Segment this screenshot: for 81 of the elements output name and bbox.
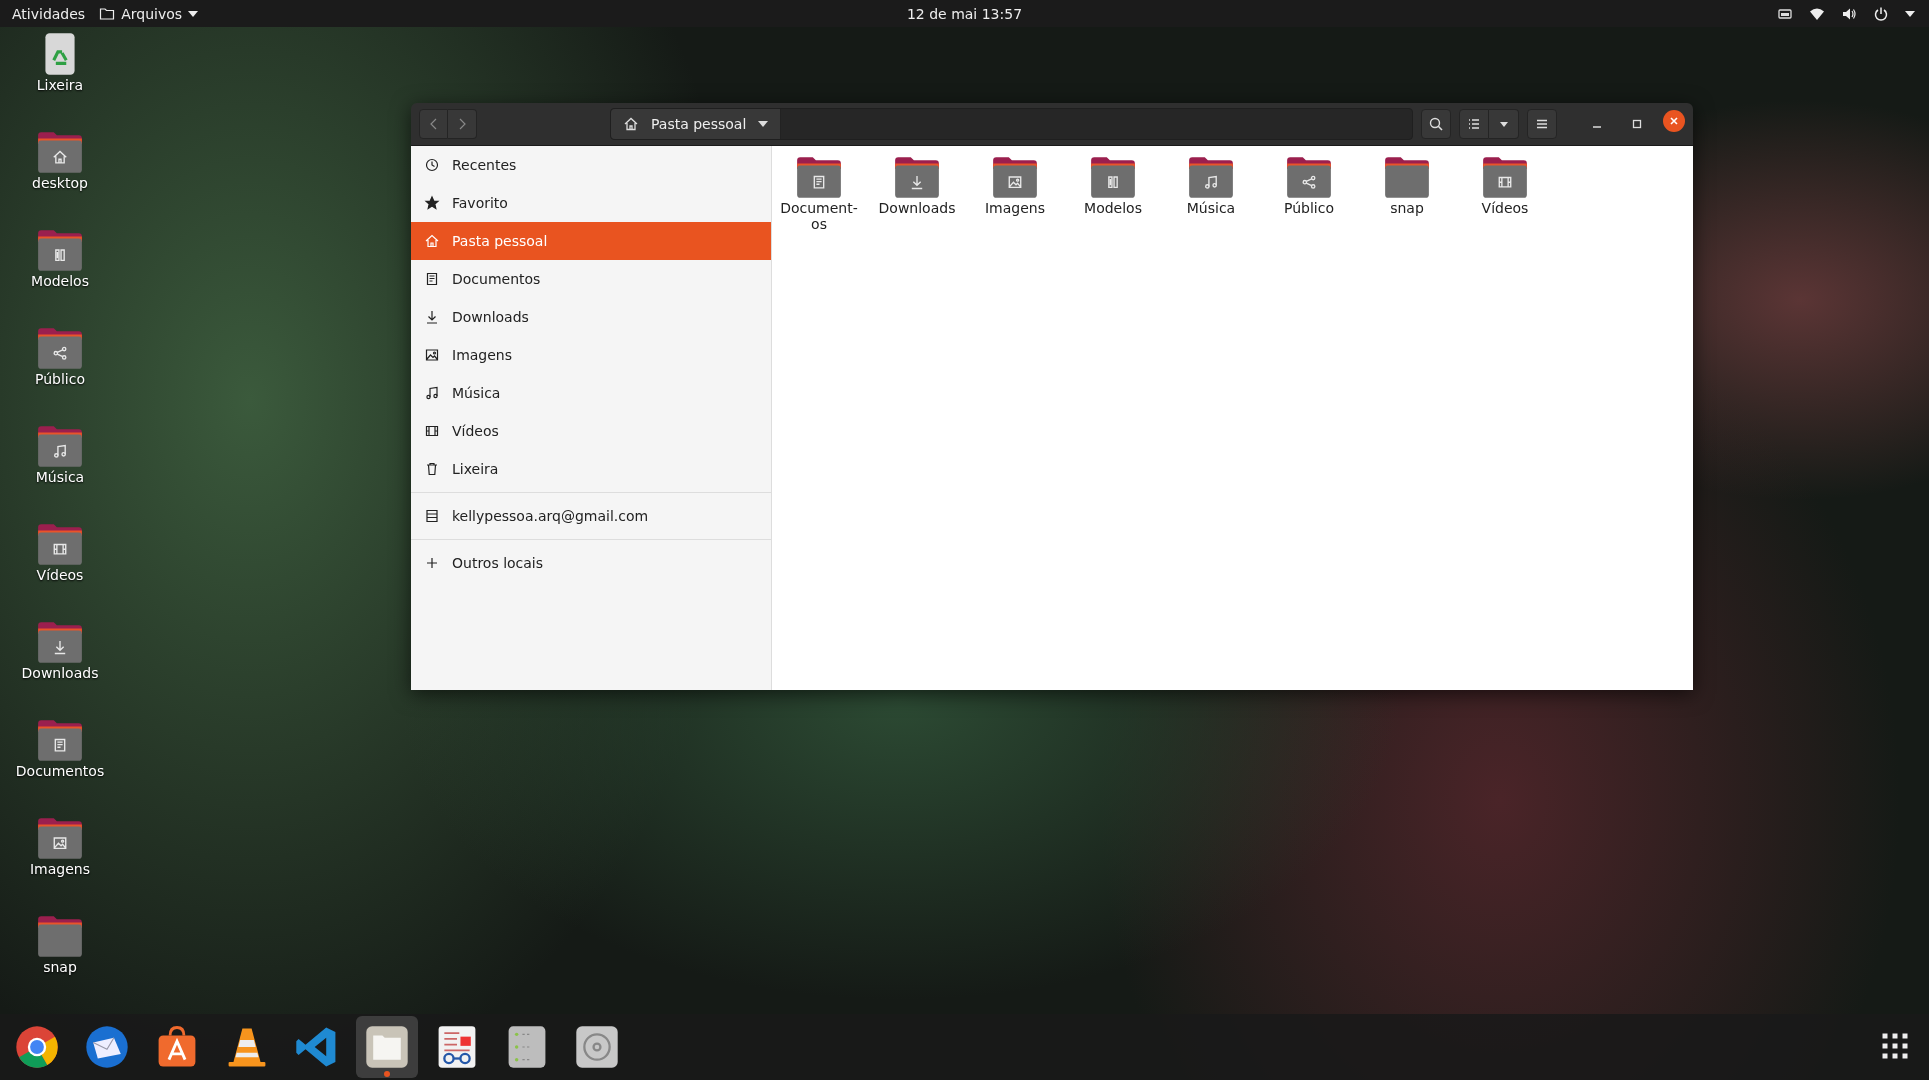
browser-logo-icon xyxy=(14,1024,60,1070)
sidebar-item[interactable]: Música xyxy=(411,374,771,412)
star-icon xyxy=(424,195,440,211)
power-icon[interactable] xyxy=(1873,5,1889,22)
folder-label[interactable]: Vídeos xyxy=(1481,200,1529,217)
folder-icon xyxy=(1382,154,1432,200)
desktop-icon-label[interactable]: desktop xyxy=(32,175,88,191)
caret-icon[interactable] xyxy=(1905,10,1915,17)
menu-button[interactable] xyxy=(1527,109,1557,139)
folder-icon xyxy=(35,815,85,861)
folder-icon xyxy=(99,5,116,22)
search-icon xyxy=(1428,116,1444,132)
file-manager-icon xyxy=(364,1024,410,1070)
folder-icon xyxy=(35,619,85,665)
caret-icon xyxy=(758,121,769,127)
folder-label[interactable]: snap xyxy=(1390,200,1424,217)
desktop-icon-label[interactable]: snap xyxy=(43,959,77,975)
sidebar-item[interactable]: Documentos xyxy=(411,260,771,298)
sidebar-item[interactable]: Pasta pessoal xyxy=(411,222,771,260)
folder-icon xyxy=(1186,154,1236,200)
film-icon xyxy=(424,423,440,439)
folder-icon xyxy=(892,154,942,200)
list-view-button[interactable] xyxy=(1459,109,1489,139)
sidebar-item[interactable]: kellypessoa.arq@gmail.com xyxy=(411,497,771,535)
folder-icon xyxy=(794,154,844,200)
folder-icon xyxy=(990,154,1040,200)
trash-icon xyxy=(424,461,440,477)
sidebar-item[interactable]: Lixeira xyxy=(411,450,771,488)
sidebar-item[interactable]: Vídeos xyxy=(411,412,771,450)
folder-icon xyxy=(35,129,85,175)
desktop-icon-label[interactable]: Modelos xyxy=(31,273,89,289)
folder-label[interactable]: Público xyxy=(1284,200,1334,217)
folder-icon xyxy=(1088,154,1138,200)
music-note-icon xyxy=(424,385,440,401)
desktop-icon-label[interactable]: Público xyxy=(35,371,85,387)
sidebar-item[interactable]: Favorito xyxy=(411,184,771,222)
folder-icon xyxy=(1480,154,1530,200)
home-icon xyxy=(424,233,440,249)
desktop-icon-label[interactable]: Música xyxy=(35,469,85,485)
list-icon xyxy=(424,508,440,524)
minimize-icon xyxy=(1593,126,1601,128)
image-icon xyxy=(424,347,440,363)
folder-label[interactable]: Document- os xyxy=(780,200,858,233)
caret-icon xyxy=(188,10,199,17)
folder-label[interactable]: Downloads xyxy=(878,200,956,217)
home-icon xyxy=(623,116,639,132)
desktop-icon-label[interactable]: Documentos xyxy=(15,763,105,779)
folder-icon xyxy=(35,913,85,959)
grid-icon xyxy=(1881,1032,1911,1062)
folder-icon xyxy=(35,227,85,273)
download-icon xyxy=(424,309,440,325)
plus-icon xyxy=(424,555,440,571)
sidebar-item[interactable]: Outros locais xyxy=(411,544,771,582)
desktop-icon-label[interactable]: Downloads xyxy=(21,665,99,681)
close-button[interactable] xyxy=(1663,110,1685,132)
folder-icon xyxy=(35,521,85,567)
desktop-icon-label[interactable]: Imagens xyxy=(30,861,90,877)
folder-label[interactable]: Modelos xyxy=(1084,200,1142,217)
mail-bird-icon xyxy=(84,1024,130,1070)
folder-icon xyxy=(1284,154,1334,200)
folder-icon xyxy=(35,325,85,371)
running-indicator xyxy=(384,1071,390,1077)
activities-button[interactable]: Atividades xyxy=(10,3,88,24)
search-button[interactable] xyxy=(1421,109,1451,139)
sidebar-item[interactable]: Recentes xyxy=(411,146,771,184)
desktop-icon-label[interactable]: Vídeos xyxy=(36,567,84,583)
folder-label[interactable]: Música xyxy=(1186,200,1236,217)
folder-icon xyxy=(35,717,85,763)
sidebar-item[interactable]: Imagens xyxy=(411,336,771,374)
list-icon xyxy=(1466,116,1482,132)
desktop-icon-label[interactable]: Lixeira xyxy=(36,77,84,93)
location-button[interactable]: Pasta pessoal xyxy=(611,109,782,139)
view-options-button[interactable] xyxy=(1489,109,1519,139)
app-menu[interactable]: Arquivos xyxy=(97,3,201,24)
folder-icon xyxy=(35,423,85,469)
clock[interactable]: 12 de mai 13:57 xyxy=(904,3,1025,24)
document-icon xyxy=(424,271,440,287)
folder-label[interactable]: Imagens xyxy=(985,200,1045,217)
dock-app-button[interactable] xyxy=(356,1016,418,1078)
clock-icon xyxy=(424,157,440,173)
sidebar-item[interactable]: Downloads xyxy=(411,298,771,336)
